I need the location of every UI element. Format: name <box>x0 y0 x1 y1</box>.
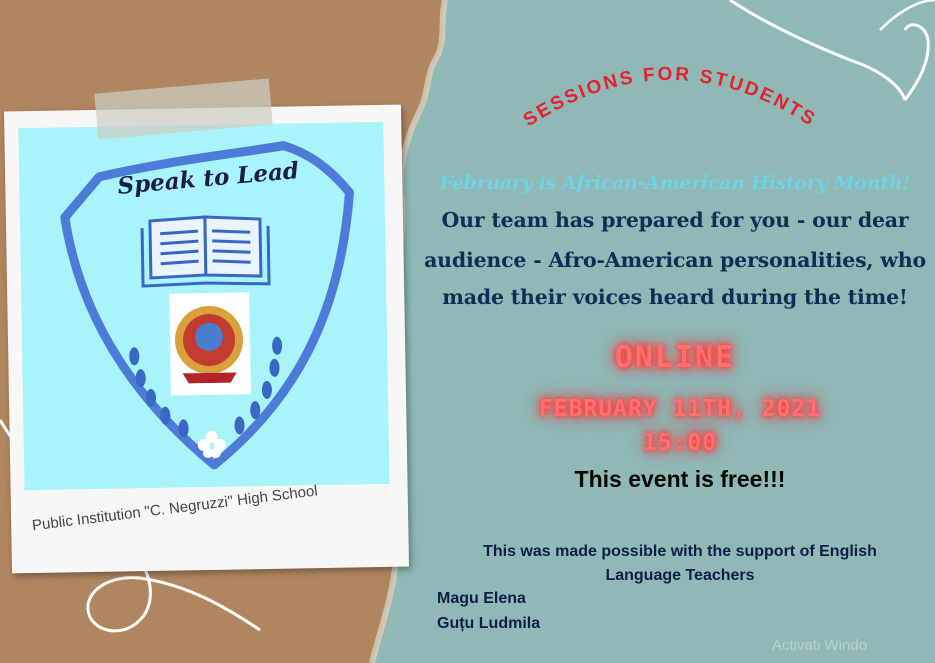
teacher-name: Guțu Ludmila <box>437 615 541 632</box>
event-date: FEBRUARY 11TH, 2021 <box>538 396 822 422</box>
support-line: This was made possible with the support … <box>483 543 877 560</box>
logo-photo: Speak to Lead <box>18 121 390 491</box>
free-event-note: This event is free!!! <box>574 466 786 492</box>
history-month-heading: February is African-American History Mon… <box>439 172 911 194</box>
support-line: Language Teachers <box>605 567 755 584</box>
intro-line: Our team has prepared for you - our dear <box>441 208 909 232</box>
intro-line: audience - Afro-American personalities, … <box>424 248 926 272</box>
activation-watermark: Activati Windo <box>772 637 868 654</box>
event-time: 15:00 <box>642 430 718 456</box>
event-mode: ONLINE <box>614 340 736 375</box>
school-emblem <box>169 292 251 396</box>
open-book-icon <box>140 215 271 288</box>
teacher-name: Magu Elena <box>437 590 526 607</box>
svg-text:SESSIONS FOR STUDENTS: SESSIONS FOR STUDENTS <box>520 64 820 131</box>
polaroid-photo: Speak to Lead Public Institution "C. Neg… <box>3 104 410 574</box>
title-text: SESSIONS FOR STUDENTS <box>520 64 818 131</box>
intro-line: made their voices heard during the time! <box>442 285 908 309</box>
page-title: SESSIONS FOR STUDENTS <box>520 64 820 131</box>
support-note: This was made possible with the support … <box>440 540 920 588</box>
